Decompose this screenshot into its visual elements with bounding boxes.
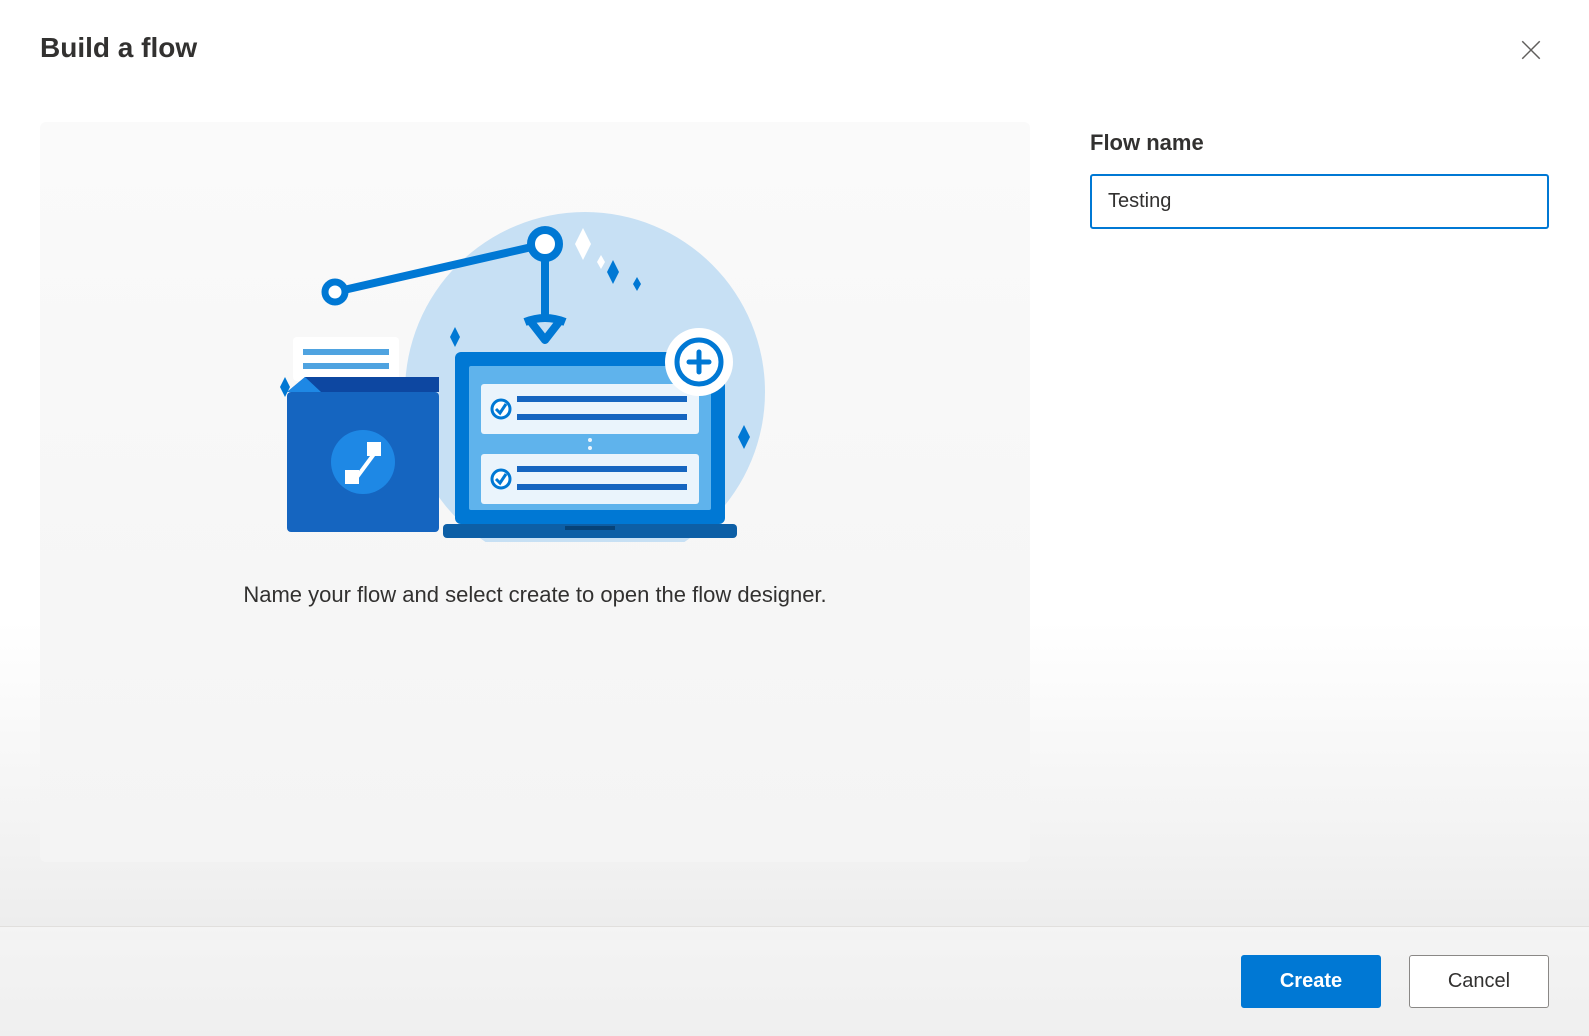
dialog-header: Build a flow [0, 0, 1589, 72]
illustration-box: Name your flow and select create to open… [40, 122, 1030, 862]
close-button[interactable] [1513, 32, 1549, 72]
dialog-content: Name your flow and select create to open… [0, 72, 1589, 862]
flow-name-input[interactable] [1090, 174, 1549, 229]
create-button[interactable]: Create [1241, 955, 1381, 1008]
illustration-panel: Name your flow and select create to open… [40, 122, 1030, 862]
flow-builder-illustration [255, 182, 815, 542]
flow-name-label: Flow name [1090, 130, 1549, 156]
cancel-button[interactable]: Cancel [1409, 955, 1549, 1008]
build-flow-dialog: Build a flow [0, 0, 1589, 1036]
close-icon [1521, 43, 1541, 65]
dialog-footer: Create Cancel [0, 926, 1589, 1036]
form-panel: Flow name [1090, 122, 1549, 862]
dialog-title: Build a flow [40, 32, 197, 64]
illustration-caption: Name your flow and select create to open… [243, 582, 826, 608]
